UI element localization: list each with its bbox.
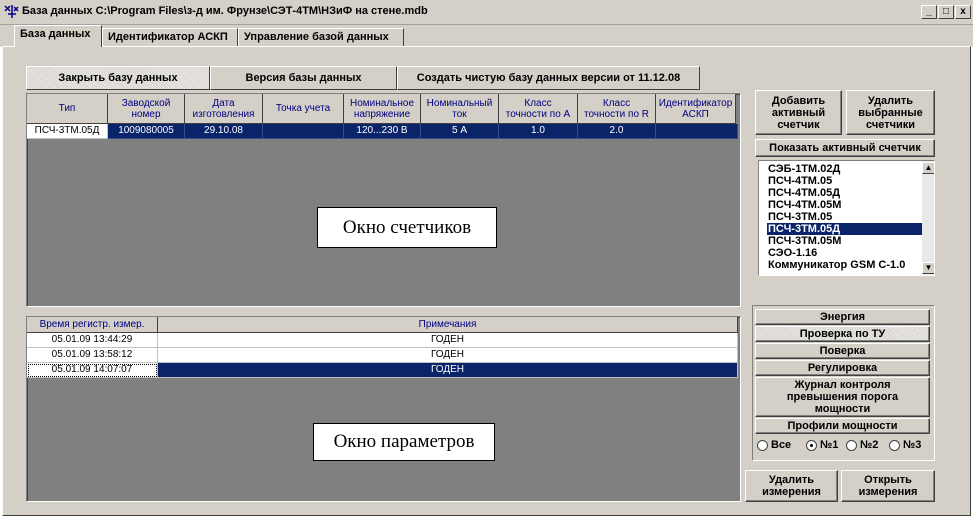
column-header-notes[interactable]: Примечания — [158, 317, 738, 333]
delete-measurements-button[interactable]: Удалить измерения — [745, 470, 838, 502]
show-active-meter-button[interactable]: Показать активный счетчик — [755, 139, 935, 157]
meters-window-label: Окно счетчиков — [317, 207, 497, 248]
close-database-button[interactable]: Закрыть базу данных — [26, 66, 210, 90]
cell-registration-time[interactable]: 05.01.09 13:58:12 — [27, 348, 158, 363]
cell-registration-time[interactable]: 05.01.09 13:44:29 — [27, 333, 158, 348]
cell-nominal-current[interactable]: 5 А — [421, 124, 499, 139]
parameters-grid[interactable]: Время регистр. измер. Примечания 05.01.0… — [26, 316, 741, 502]
energy-button[interactable]: Энергия — [755, 309, 930, 325]
cell-accuracy-r[interactable]: 2.0 — [578, 124, 656, 139]
delete-selected-meters-button[interactable]: Удалить выбранные счетчики — [846, 90, 935, 135]
maximize-button[interactable]: □ — [938, 5, 954, 19]
radio-label: №2 — [860, 439, 879, 451]
parameters-window-label: Окно параметров — [313, 423, 495, 461]
radio-1[interactable]: №1 — [806, 439, 838, 451]
list-item[interactable]: СЭО-1.16 — [767, 247, 925, 259]
close-button[interactable]: x — [955, 5, 971, 19]
meters-grid[interactable]: Тип Заводской номер Дата изготовления То… — [26, 93, 741, 307]
adjustment-button[interactable]: Регулировка — [755, 360, 930, 376]
radio-label: №1 — [820, 439, 839, 451]
column-header-accuracy-r[interactable]: Класс точности по R — [578, 94, 656, 124]
cell-notes[interactable]: ГОДЕН — [158, 348, 738, 363]
column-header-askp-id[interactable]: Идентификатор АСКП — [656, 94, 736, 124]
radio-label: №3 — [903, 439, 922, 451]
column-header-type[interactable]: Тип — [27, 94, 108, 124]
add-active-meter-button[interactable]: Добавить активный счетчик — [755, 90, 842, 135]
tab-askp-identifier[interactable]: Идентификатор АСКП — [102, 28, 238, 47]
tab-database-management[interactable]: Управление базой данных — [238, 28, 404, 47]
list-item[interactable]: ПСЧ-3ТМ.05М — [767, 235, 925, 247]
tu-check-button[interactable]: Проверка по ТУ — [755, 326, 930, 342]
window-title: База данных C:\Program Files\з-д им. Фру… — [22, 5, 428, 17]
cell-accuracy-a[interactable]: 1.0 — [499, 124, 578, 139]
outer-tab-strip: База данных Идентификатор АСКП Управлени… — [0, 25, 973, 47]
database-version-button[interactable]: Версия базы данных — [210, 66, 397, 90]
tab-database[interactable]: База данных — [14, 25, 102, 47]
list-item[interactable]: ПСЧ-4ТМ.05Д — [767, 187, 925, 199]
radio-icon[interactable] — [889, 439, 900, 451]
minimize-button[interactable]: _ — [921, 5, 937, 19]
list-item[interactable]: СЭБ-1ТМ.02Д — [767, 163, 925, 175]
title-bar: База данных C:\Program Files\з-д им. Фру… — [0, 0, 973, 25]
column-header-manufacture-date[interactable]: Дата изготовления — [185, 94, 263, 124]
column-header-accuracy-a[interactable]: Класс точности по А — [499, 94, 578, 124]
cell-manufacture-date[interactable]: 29.10.08 — [185, 124, 263, 139]
cell-metering-point[interactable] — [263, 124, 344, 139]
open-measurements-button[interactable]: Открыть измерения — [841, 470, 935, 502]
scroll-down-icon[interactable]: ▼ — [922, 262, 934, 274]
column-header-nominal-current[interactable]: Номинальный ток — [421, 94, 499, 124]
cell-notes[interactable]: ГОДЕН — [158, 333, 738, 348]
list-item-selected[interactable]: ПСЧ-3ТМ.05Д — [767, 223, 925, 235]
cell-notes[interactable]: ГОДЕН — [158, 363, 738, 378]
cell-askp-id[interactable] — [656, 124, 738, 139]
column-header-registration-time[interactable]: Время регистр. измер. — [27, 317, 158, 333]
power-profiles-button[interactable]: Профили мощности — [755, 418, 930, 434]
cell-registration-time[interactable]: 05.01.09 14:07:07 — [27, 363, 158, 378]
cell-nominal-voltage[interactable]: 120...230 В — [344, 124, 421, 139]
list-item[interactable]: ПСЧ-4ТМ.05 — [767, 175, 925, 187]
radio-icon[interactable] — [846, 439, 857, 451]
radio-all[interactable]: Все — [757, 439, 791, 451]
list-scrollbar[interactable] — [922, 161, 934, 275]
list-item[interactable]: ПСЧ-3ТМ.05 — [767, 211, 925, 223]
list-item[interactable]: ПСЧ-4ТМ.05М — [767, 199, 925, 211]
app-icon — [4, 5, 19, 18]
radio-checked-icon[interactable] — [806, 439, 817, 451]
radio-2[interactable]: №2 — [846, 439, 878, 451]
column-header-metering-point[interactable]: Точка учета — [263, 94, 344, 124]
cell-type[interactable]: ПСЧ-3ТМ.05Д — [27, 124, 108, 139]
meter-type-list[interactable]: СЭБ-1ТМ.02Д ПСЧ-4ТМ.05 ПСЧ-4ТМ.05Д ПСЧ-4… — [758, 160, 935, 276]
list-item[interactable]: Коммуникатор GSM С-1.0 — [767, 259, 925, 271]
scroll-up-icon[interactable]: ▲ — [922, 162, 934, 174]
cell-serial[interactable]: 1009080005 — [108, 124, 185, 139]
radio-3[interactable]: №3 — [889, 439, 921, 451]
column-header-nominal-voltage[interactable]: Номинальное напряжение — [344, 94, 421, 124]
verification-button[interactable]: Поверка — [755, 343, 930, 359]
power-threshold-log-button[interactable]: Журнал контроля превышения порога мощнос… — [755, 377, 930, 417]
create-empty-database-button[interactable]: Создать чистую базу данных версии от 11.… — [397, 66, 700, 90]
radio-label: Все — [771, 439, 792, 451]
column-header-serial[interactable]: Заводской номер — [108, 94, 185, 124]
radio-icon[interactable] — [757, 439, 768, 451]
